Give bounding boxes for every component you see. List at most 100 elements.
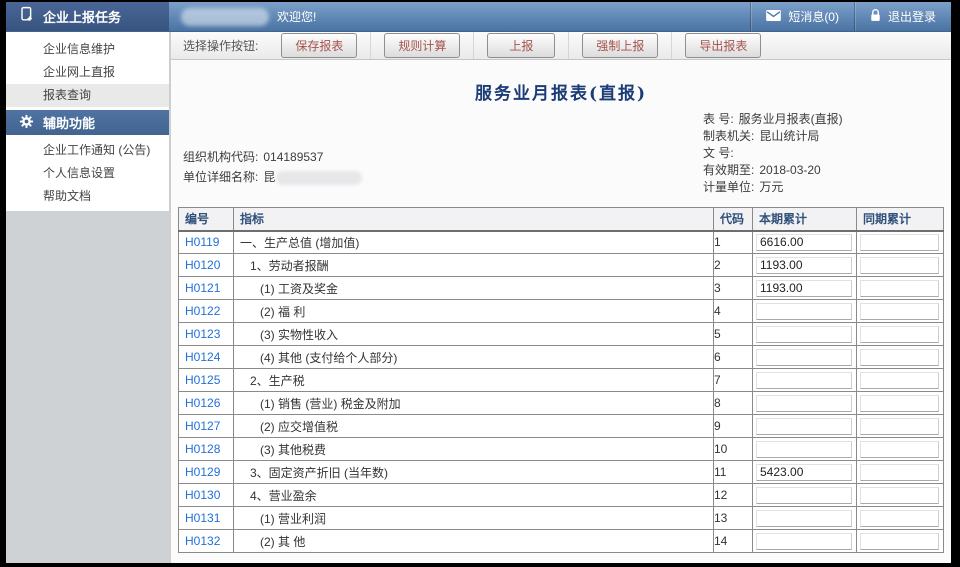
row-id-link[interactable]: H0119: [179, 235, 219, 249]
table-row: H0125 2、生产税 7: [179, 369, 944, 392]
sidebar-item-personal-settings[interactable]: 个人信息设置: [6, 162, 169, 185]
meta-org-code: 组织机构代码:014189537: [183, 147, 362, 167]
col-header-indicator: 指标: [234, 208, 714, 231]
same-period-input[interactable]: [860, 280, 939, 297]
current-period-input[interactable]: [756, 349, 852, 366]
table-row: H0129 3、固定资产折旧 (当年数) 11: [179, 461, 944, 484]
sidebar-group-header-report-tasks[interactable]: 企业上报任务: [6, 2, 169, 31]
row-id-link[interactable]: H0130: [179, 488, 220, 502]
row-code: 10: [714, 438, 753, 461]
table-row: H0127 (2) 应交增值税 9: [179, 415, 944, 438]
sidebar-group-header-aux-functions[interactable]: 辅助功能: [6, 110, 169, 135]
row-indicator: (2) 其 他: [234, 530, 714, 553]
current-period-input[interactable]: [756, 441, 852, 458]
row-indicator: (1) 工资及奖金: [234, 277, 714, 300]
row-code: 11: [714, 461, 753, 484]
sidebar-filler: [6, 211, 169, 563]
col-header-current-period: 本期累计: [753, 208, 857, 231]
row-indicator: (4) 其他 (支付给个人部分): [234, 346, 714, 369]
messages-label: 短消息(0): [788, 8, 839, 25]
same-period-input[interactable]: [860, 441, 939, 458]
row-code: 9: [714, 415, 753, 438]
row-id-link[interactable]: H0123: [179, 327, 220, 341]
row-id-link[interactable]: H0124: [179, 350, 220, 364]
current-period-input[interactable]: [756, 464, 852, 481]
row-code: 12: [714, 484, 753, 507]
same-period-input[interactable]: [860, 326, 939, 343]
row-id-link[interactable]: H0125: [179, 373, 220, 387]
same-period-input[interactable]: [860, 234, 939, 251]
current-period-input[interactable]: [756, 280, 852, 297]
current-period-input[interactable]: [756, 510, 852, 527]
row-id-link[interactable]: H0129: [179, 465, 220, 479]
same-period-input[interactable]: [860, 257, 939, 274]
page-title: 服务业月报表(直报): [171, 79, 951, 104]
username-redacted: [181, 8, 269, 26]
sidebar-item-enterprise-info[interactable]: 企业信息维护: [6, 38, 169, 61]
same-period-input[interactable]: [860, 533, 939, 550]
row-code: 7: [714, 369, 753, 392]
row-code: 2: [714, 254, 753, 277]
same-period-input[interactable]: [860, 395, 939, 412]
messages-button[interactable]: 短消息(0): [750, 2, 854, 31]
current-period-input[interactable]: [756, 257, 852, 274]
row-id-link[interactable]: H0120: [179, 258, 220, 272]
save-report-button[interactable]: 保存报表: [281, 33, 357, 58]
same-period-input[interactable]: [860, 510, 939, 527]
same-period-input[interactable]: [860, 303, 939, 320]
logout-button[interactable]: 退出登录: [854, 2, 951, 31]
sidebar-item-online-report[interactable]: 企业网上直报: [6, 61, 169, 84]
submit-button[interactable]: 上报: [487, 33, 555, 58]
table-row: H0120 1、劳动者报酬 2: [179, 254, 944, 277]
sidebar-item-report-query[interactable]: 报表查询: [6, 84, 169, 107]
row-indicator: (3) 实物性收入: [234, 323, 714, 346]
force-submit-button[interactable]: 强制上报: [582, 33, 658, 58]
same-period-input[interactable]: [860, 372, 939, 389]
toolbar-label: 选择操作按钮:: [171, 32, 268, 59]
same-period-input[interactable]: [860, 349, 939, 366]
row-code: 3: [714, 277, 753, 300]
app-window: 企业上报任务 欢迎您! 短消息(0) 退出登录 企业信息维护 企业网上直报 报: [6, 2, 951, 563]
current-period-input[interactable]: [756, 234, 852, 251]
export-report-button[interactable]: 导出报表: [685, 33, 761, 58]
current-period-input[interactable]: [756, 487, 852, 504]
sidebar-item-help-docs[interactable]: 帮助文档: [6, 185, 169, 208]
row-id-link[interactable]: H0122: [179, 304, 220, 318]
row-code: 5: [714, 323, 753, 346]
row-id-link[interactable]: H0127: [179, 419, 220, 433]
row-code: 4: [714, 300, 753, 323]
meta-unit-name: 单位详细名称:昆: [183, 167, 362, 187]
unit-name-redacted: [276, 171, 362, 185]
rule-calc-button[interactable]: 规则计算: [384, 33, 460, 58]
table-row: H0124 (4) 其他 (支付给个人部分) 6: [179, 346, 944, 369]
current-period-input[interactable]: [756, 372, 852, 389]
table-row: H0131 (1) 营业利润 13: [179, 507, 944, 530]
meta-form-number: 表 号:服务业月报表(直报): [703, 111, 843, 128]
current-period-input[interactable]: [756, 303, 852, 320]
sidebar-item-work-notice[interactable]: 企业工作通知 (公告): [6, 139, 169, 162]
row-id-link[interactable]: H0126: [179, 396, 220, 410]
col-header-same-period: 同期累计: [857, 208, 944, 231]
document-plus-icon: [19, 6, 34, 27]
table-row: H0122 (2) 福 利 4: [179, 300, 944, 323]
same-period-input[interactable]: [860, 487, 939, 504]
col-header-id: 编号: [179, 208, 234, 231]
sidebar: 企业信息维护 企业网上直报 报表查询 辅助功能 企业工作通知 (公告) 个人信息…: [6, 32, 171, 563]
current-period-input[interactable]: [756, 533, 852, 550]
welcome-text: 欢迎您!: [277, 8, 316, 25]
same-period-input[interactable]: [860, 464, 939, 481]
sidebar-group-label: 企业上报任务: [43, 7, 121, 26]
report-content: 服务业月报表(直报) 表 号:服务业月报表(直报) 制表机关:昆山统计局 文 号…: [171, 60, 951, 563]
table-row: H0119 一、生产总值 (增加值) 1: [179, 231, 944, 254]
current-period-input[interactable]: [756, 418, 852, 435]
row-id-link[interactable]: H0131: [179, 511, 220, 525]
row-indicator: 3、固定资产折旧 (当年数): [234, 461, 714, 484]
current-period-input[interactable]: [756, 395, 852, 412]
row-id-link[interactable]: H0132: [179, 534, 220, 548]
row-id-link[interactable]: H0121: [179, 281, 220, 295]
row-id-link[interactable]: H0128: [179, 442, 220, 456]
row-indicator: (2) 福 利: [234, 300, 714, 323]
row-indicator: (1) 销售 (营业) 税金及附加: [234, 392, 714, 415]
same-period-input[interactable]: [860, 418, 939, 435]
current-period-input[interactable]: [756, 326, 852, 343]
